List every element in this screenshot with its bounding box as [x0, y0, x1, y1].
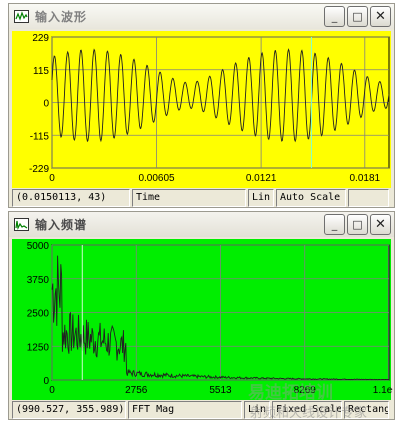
- x-tick-label: 1.1e+4: [373, 385, 393, 396]
- waveform-icon: [14, 10, 29, 23]
- close-button[interactable]: ✕: [370, 214, 391, 235]
- y-tick-label: 3750: [27, 275, 50, 286]
- x-tick-label: 0.00605: [138, 173, 175, 184]
- y-tick-label: -229: [29, 164, 49, 175]
- waveform-window: 输入波形 _ □ ✕ 229 115 0 -115 -229 0 0.00605 0.0121…: [8, 3, 395, 208]
- y-tick-label: 115: [33, 66, 49, 77]
- x-tick-label: 2756: [125, 385, 148, 396]
- scale-type[interactable]: Lin: [248, 189, 274, 207]
- x-tick-label: 0: [49, 173, 55, 184]
- y-tick-label: 0: [43, 99, 49, 110]
- cursor-readout: (0.0150113, 43): [12, 189, 130, 207]
- maximize-icon: □: [352, 218, 363, 231]
- x-tick-label: 0.0121: [246, 173, 277, 184]
- maximize-icon: □: [352, 10, 363, 23]
- y-tick-label: 229: [32, 33, 49, 44]
- y-tick-label: 5000: [27, 241, 50, 252]
- spectrum-titlebar[interactable]: 输入频谱 _ □ ✕: [9, 212, 394, 237]
- waveform-plot[interactable]: 229 115 0 -115 -229 0 0.00605 0.0121 0.0181: [12, 31, 391, 188]
- x-tick-label: 0: [49, 385, 55, 396]
- cursor-readout: (990.527, 355.989): [12, 401, 126, 419]
- watermark-tagline: 射频和天线设计专家: [250, 406, 368, 421]
- spectrum-chart[interactable]: 5000375025001250002756551382691.1e+4: [12, 239, 393, 400]
- maximize-button[interactable]: □: [347, 6, 368, 27]
- minimize-button[interactable]: _: [324, 6, 345, 27]
- y-tick-label: 2500: [27, 309, 50, 320]
- maximize-button[interactable]: □: [347, 214, 368, 235]
- axis-field: FFT Mag: [128, 401, 242, 419]
- x-tick-label: 5513: [209, 385, 232, 396]
- waveform-title: 输入波形: [35, 10, 88, 24]
- close-button[interactable]: ✕: [370, 6, 391, 27]
- minimize-button[interactable]: _: [324, 214, 345, 235]
- y-tick-label: 1250: [27, 342, 50, 353]
- waveform-titlebar[interactable]: 输入波形 _ □ ✕: [9, 4, 394, 29]
- series-line: [51, 48, 390, 143]
- spectrum-window: 输入频谱 _ □ ✕ 5000 3750 2500 1250 0 0 2756 5513 826…: [8, 211, 395, 420]
- minimize-icon: _: [331, 10, 338, 23]
- close-icon: ✕: [375, 9, 386, 24]
- spectrum-title: 输入频谱: [35, 218, 88, 232]
- spectrum-icon: [14, 218, 29, 231]
- spectrum-plot[interactable]: 5000375025001250002756551382691.1e+4: [12, 239, 393, 400]
- watermark-logo: 易迪拓培训: [248, 383, 333, 403]
- waveform-statusbar: (0.0150113, 43) Time Lin Auto Scale: [12, 189, 391, 207]
- scale-mode[interactable]: Auto Scale: [276, 189, 346, 207]
- status-extra: [348, 189, 389, 207]
- x-tick-label: 0.0181: [350, 173, 381, 184]
- y-tick-label: -115: [30, 131, 50, 142]
- minimize-icon: _: [331, 218, 338, 231]
- waveform-chart[interactable]: 2291150-115-2290 0.00605 0.0121 0.0181: [12, 31, 393, 188]
- close-icon: ✕: [375, 217, 386, 232]
- axis-field: Time: [132, 189, 246, 207]
